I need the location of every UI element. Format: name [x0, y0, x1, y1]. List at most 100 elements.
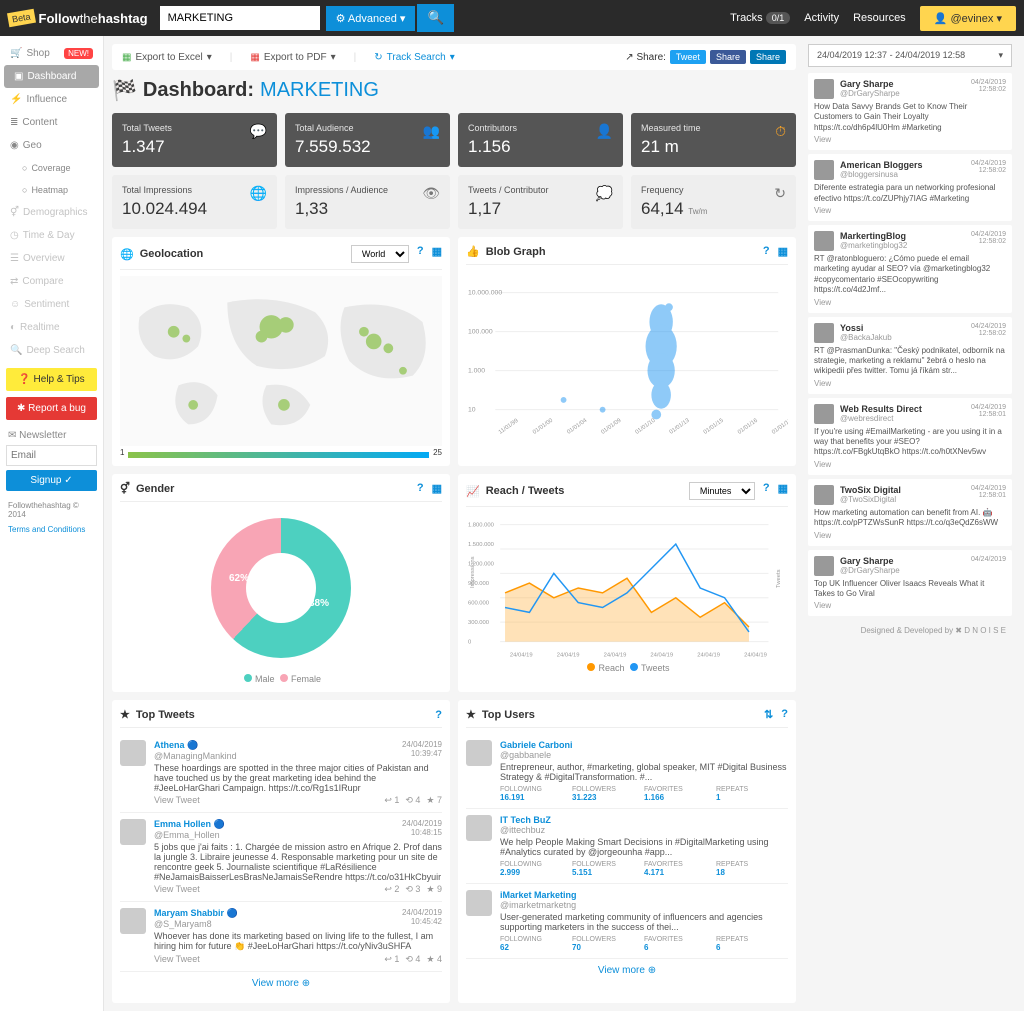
view-more-tweets[interactable]: View more ⊕	[120, 972, 442, 995]
feed-item: Web Results Direct@webresdirect04/24/201…	[808, 398, 1012, 475]
svg-text:24/04/19: 24/04/19	[557, 652, 580, 658]
gender-panel: ⚥Gender ?▦ 62% 38% Male Female	[112, 474, 450, 692]
sidebar-item-content[interactable]: ≣Content	[0, 111, 103, 134]
sidebar-item-overview[interactable]: ☰Overview	[0, 247, 103, 270]
search-input[interactable]	[160, 6, 320, 30]
feed-item: MarkertingBlog@marketingblog3204/24/2019…	[808, 225, 1012, 313]
help-icon[interactable]: ?	[417, 482, 424, 495]
svg-text:24/04/19: 24/04/19	[650, 652, 673, 658]
export-pdf-button[interactable]: ▦ Export to PDF ▾	[250, 52, 335, 63]
stat-frequency: Frequency64,14 Tw/m↻	[631, 175, 796, 229]
grid-icon[interactable]: ▦	[432, 482, 442, 495]
logo: Followthehashtag	[39, 11, 148, 26]
sidebar-item-compare[interactable]: ⇄Compare	[0, 270, 103, 293]
grid-icon[interactable]: ▦	[778, 245, 788, 258]
geo-icon: 🌐	[120, 248, 134, 261]
avatar	[466, 740, 492, 766]
sidebar-item-coverage[interactable]: ○Coverage	[0, 157, 103, 179]
tweet-button[interactable]: Tweet	[670, 50, 706, 64]
geo-world-select[interactable]: World	[351, 245, 409, 263]
export-excel-button[interactable]: ▦ Export to Excel ▾	[122, 52, 212, 63]
sidebar-item-dashboard[interactable]: ▣Dashboard	[4, 65, 99, 88]
blob-graph-panel: 👍Blob Graph ?▦ 10.000.000100.0001.00010 …	[458, 237, 796, 466]
track-search-button[interactable]: ↻ Track Search ▾	[374, 52, 455, 63]
chart-icon: 📈	[466, 485, 480, 498]
svg-text:0: 0	[468, 640, 472, 646]
view-tweet-link[interactable]: View Tweet	[154, 884, 200, 895]
share-label: ↗ Share:	[625, 52, 666, 63]
view-link[interactable]: View	[814, 298, 1006, 307]
advanced-button[interactable]: ⚙ Advanced ▾	[326, 6, 416, 31]
grid-icon[interactable]: ▦	[432, 245, 442, 263]
help-icon[interactable]: ?	[763, 482, 770, 500]
sidebar-item-demographics[interactable]: ⚥Demographics	[0, 201, 103, 224]
signup-button[interactable]: Signup ✓	[6, 470, 97, 491]
svg-text:01/01/00: 01/01/00	[532, 417, 555, 435]
view-link[interactable]: View	[814, 379, 1006, 388]
grid-icon[interactable]: ▦	[778, 482, 788, 500]
avatar	[814, 231, 834, 251]
svg-text:11/01/99: 11/01/99	[498, 418, 520, 436]
svg-text:10: 10	[468, 407, 476, 414]
sort-icon[interactable]: ⇅	[764, 708, 773, 721]
svg-text:01/01/16: 01/01/16	[737, 418, 759, 436]
li-share-button[interactable]: Share	[750, 50, 786, 64]
help-icon[interactable]: ?	[435, 709, 442, 721]
date-range-picker[interactable]: 24/04/2019 12:37 - 24/04/2019 12:58▾	[808, 44, 1012, 67]
gender-icon: ⚥	[120, 482, 130, 495]
blob-chart[interactable]: 10.000.000100.0001.00010 11/01/9901/01/0…	[466, 271, 788, 441]
top-users-panel: ★Top Users ⇅? Gabriele Carboni@gabbanele…	[458, 700, 796, 1003]
reach-interval-select[interactable]: Minutes	[689, 482, 755, 500]
feed-item: TwoSix Digital@TwoSixDigital04/24/201912…	[808, 479, 1012, 546]
search-button[interactable]: 🔍	[417, 4, 454, 32]
terms-link[interactable]: Terms and Conditions	[0, 525, 103, 534]
view-link[interactable]: View	[814, 135, 1006, 144]
sidebar-item-shop[interactable]: 🛒ShopNEW!	[0, 42, 103, 65]
sidebar-item-geo[interactable]: ◉Geo	[0, 134, 103, 157]
svg-text:24/04/19: 24/04/19	[604, 652, 627, 658]
avatar	[814, 556, 834, 576]
svg-text:100.000: 100.000	[468, 329, 493, 336]
avatar	[814, 404, 834, 424]
help-icon[interactable]: ?	[417, 245, 424, 263]
fb-share-button[interactable]: Share	[710, 50, 746, 64]
page-title: 🏁Dashboard: MARKETING	[112, 78, 796, 103]
sidebar-item-time-day[interactable]: ◷Time & Day	[0, 224, 103, 247]
avatar	[120, 908, 146, 934]
world-map[interactable]	[120, 276, 442, 446]
view-link[interactable]: View	[814, 460, 1006, 469]
reach-chart[interactable]: 1.800.0001.500.0001.200.000900.000600.00…	[466, 513, 788, 663]
svg-text:1.000: 1.000	[468, 368, 485, 375]
view-link[interactable]: View	[814, 601, 1006, 610]
svg-text:1.500.000: 1.500.000	[468, 542, 495, 548]
sidebar: 🛒ShopNEW!▣Dashboard⚡Influence≣Content◉Ge…	[0, 36, 104, 1011]
svg-text:01/01/15: 01/01/15	[703, 418, 725, 436]
help-icon[interactable]: ?	[781, 708, 788, 721]
activity-link[interactable]: Activity	[804, 12, 839, 24]
sidebar-item-deep-search[interactable]: 🔍Deep Search	[0, 339, 103, 362]
avatar	[814, 160, 834, 180]
resources-link[interactable]: Resources	[853, 12, 906, 24]
user-item: iMarket Marketing@imarketmarketngUser-ge…	[466, 884, 788, 959]
user-menu[interactable]: 👤 @evinex ▾	[920, 6, 1016, 31]
sidebar-item-influence[interactable]: ⚡Influence	[0, 88, 103, 111]
view-more-users[interactable]: View more ⊕	[466, 959, 788, 982]
view-tweet-link[interactable]: View Tweet	[154, 954, 200, 965]
view-tweet-link[interactable]: View Tweet	[154, 795, 200, 806]
view-link[interactable]: View	[814, 206, 1006, 215]
help-button[interactable]: ❓ Help & Tips	[6, 368, 97, 391]
sidebar-item-sentiment[interactable]: ☺Sentiment	[0, 293, 103, 316]
sidebar-item-realtime[interactable]: ◐Realtime	[0, 316, 103, 339]
view-link[interactable]: View	[814, 531, 1006, 540]
svg-text:24/04/19: 24/04/19	[510, 652, 533, 658]
email-input[interactable]	[6, 445, 97, 466]
avatar	[120, 740, 146, 766]
reach-tweets-panel: 📈Reach / Tweets Minutes?▦ 1.800.0001.500…	[458, 474, 796, 692]
feed-item: Yossi@BackaJakub04/24/201912:58:02RT @Pr…	[808, 317, 1012, 394]
beta-badge: Beta	[7, 9, 36, 27]
help-icon[interactable]: ?	[763, 245, 770, 258]
report-bug-button[interactable]: ✱ Report a bug	[6, 397, 97, 420]
svg-text:01/01/04: 01/01/04	[566, 417, 589, 435]
tracks-link[interactable]: Tracks 0/1	[730, 12, 790, 24]
sidebar-item-heatmap[interactable]: ○Heatmap	[0, 179, 103, 201]
